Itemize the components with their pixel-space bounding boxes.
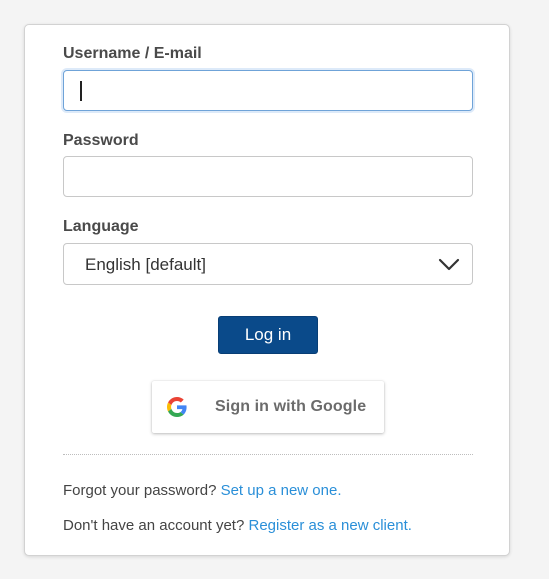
password-label: Password: [63, 132, 139, 149]
chevron-down-icon: [438, 258, 460, 271]
forgot-password-text: Forgot your password?: [63, 482, 217, 499]
divider: [63, 454, 473, 455]
register-text: Don't have an account yet?: [63, 517, 245, 534]
forgot-password-line: Forgot your password? Set up a new one.: [63, 482, 342, 499]
google-g-logo-icon: [167, 397, 187, 417]
register-line: Don't have an account yet? Register as a…: [63, 517, 412, 534]
google-signin-label: Sign in with Google: [215, 398, 367, 415]
username-label: Username / E-mail: [63, 45, 202, 62]
reset-password-link[interactable]: Set up a new one.: [221, 482, 342, 499]
language-selected-value: English [default]: [85, 255, 206, 274]
language-label: Language: [63, 218, 139, 235]
login-card: Username / E-mail Password Language Engl…: [24, 24, 510, 556]
register-link[interactable]: Register as a new client.: [249, 517, 412, 534]
username-input[interactable]: [63, 70, 473, 111]
password-input[interactable]: [63, 156, 473, 197]
login-button[interactable]: Log in: [218, 316, 318, 354]
language-select[interactable]: English [default]: [63, 243, 473, 285]
text-caret: [80, 81, 82, 101]
google-signin-button[interactable]: Sign in with Google: [152, 381, 384, 433]
